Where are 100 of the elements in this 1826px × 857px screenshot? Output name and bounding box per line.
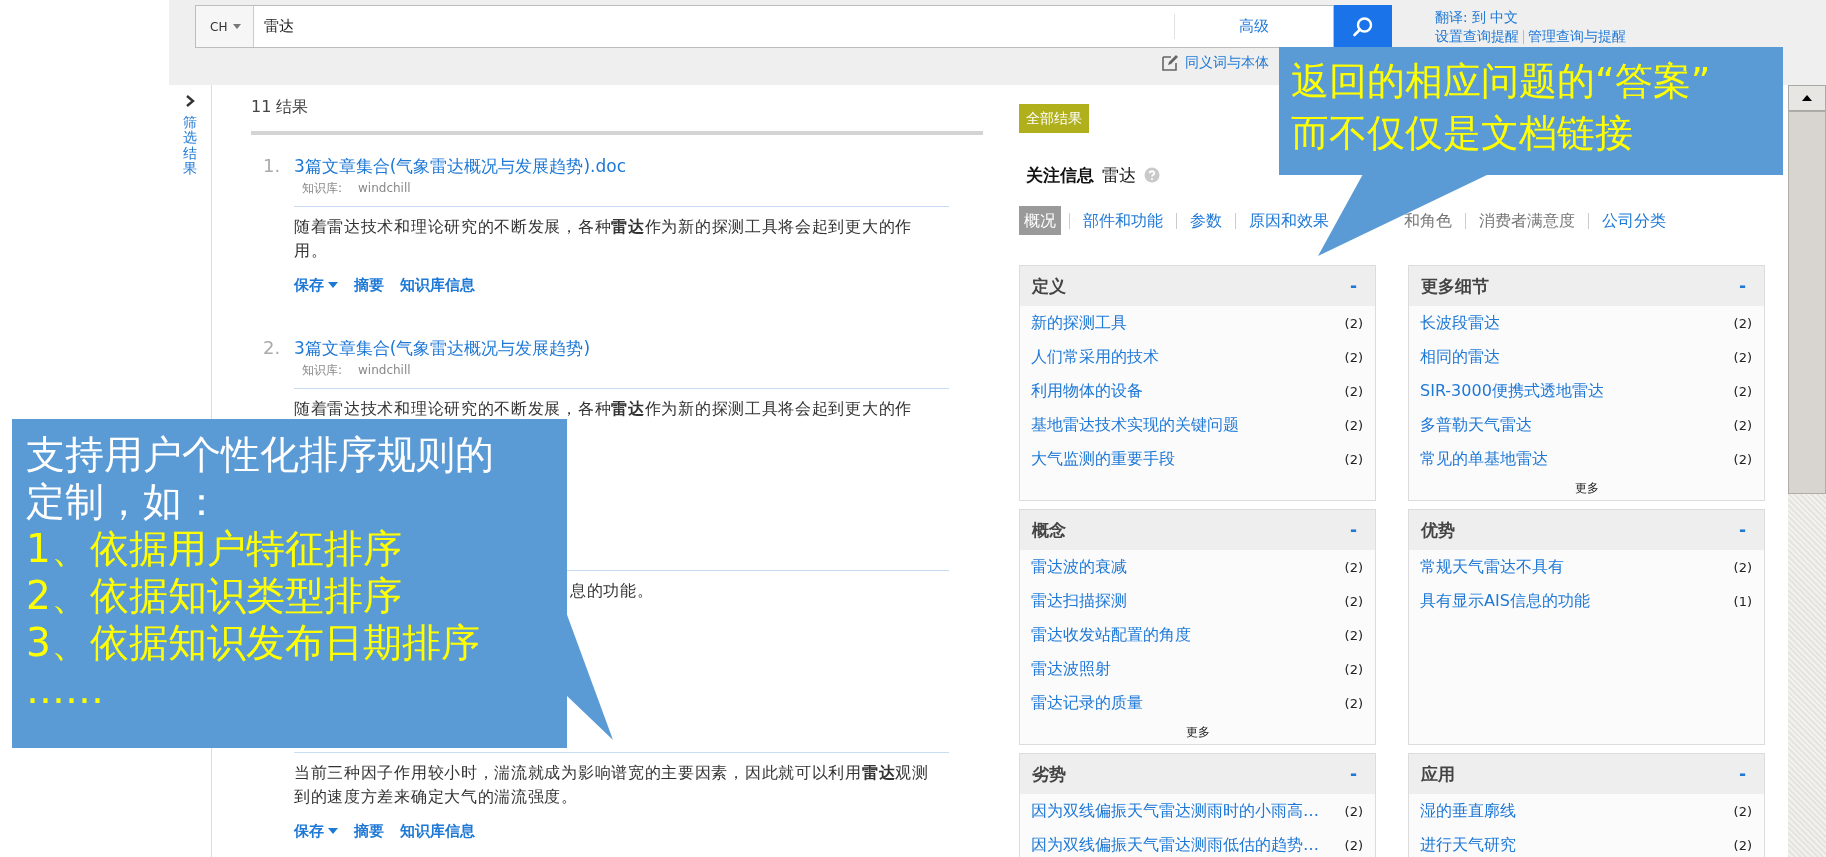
search-field[interactable]: 雷达 (254, 6, 1174, 47)
facet-count: (2) (1733, 383, 1752, 399)
facet-link[interactable]: 多普勒天气雷达 (1420, 414, 1532, 436)
facet-count: (2) (1344, 593, 1363, 609)
facet-count: (2) (1344, 559, 1363, 575)
facet-link[interactable]: 因为双线偏振天气雷达测雨时的小雨高… (1031, 800, 1319, 822)
caret-down-icon (328, 828, 338, 834)
facet-title: 概念 (1032, 518, 1066, 542)
facet-link[interactable]: 大气监测的重要手段 (1031, 448, 1175, 470)
facet-link[interactable]: 常规天气雷达不具有 (1420, 556, 1564, 578)
result-action-link[interactable]: 摘要 (354, 275, 384, 295)
category-tab[interactable]: 原因和效果 (1244, 206, 1334, 235)
result-number: 2. (263, 337, 281, 358)
result-action-link[interactable]: 知识库信息 (400, 821, 475, 841)
category-tab[interactable]: 概况 (1019, 206, 1061, 235)
facet-link[interactable]: 长波段雷达 (1420, 312, 1500, 334)
collapse-button[interactable]: - (1738, 520, 1746, 540)
collapse-button[interactable]: - (1349, 764, 1357, 784)
facet-count: (2) (1344, 837, 1363, 853)
result-snippet: 随着雷达技术和理论研究的不断发展，各种雷达作为新的探测工具将会起到更大的作 (294, 398, 913, 420)
facet-link[interactable]: 基地雷达技术实现的关键问题 (1031, 414, 1239, 436)
facet-link[interactable]: 雷达收发站配置的角度 (1031, 624, 1191, 646)
facet-count: (2) (1344, 315, 1363, 331)
search-icon (1352, 15, 1374, 38)
result-action-link[interactable]: 摘要 (354, 821, 384, 841)
facet-title: 优势 (1421, 518, 1455, 542)
alert-link[interactable]: 设置查询提醒 (1435, 27, 1519, 46)
facet-count: (2) (1733, 315, 1752, 331)
facet-link[interactable]: 具有显示AIS信息的功能 (1420, 590, 1590, 612)
facet-link[interactable]: 湿的垂直廓线 (1420, 800, 1516, 822)
collapse-button[interactable]: - (1738, 764, 1746, 784)
facet-title: 劣势 (1032, 762, 1066, 786)
category-tab[interactable]: 部件和功能 (1078, 206, 1168, 235)
facet-title: 应用 (1421, 762, 1455, 786)
scroll-up-button[interactable] (1788, 85, 1826, 111)
source-label: 知识库: (302, 362, 343, 379)
source-label: 知识库: (302, 180, 343, 197)
scrollbar-thumb[interactable] (1788, 111, 1826, 494)
collapse-button[interactable]: - (1738, 276, 1746, 296)
callout-text: 3、依据知识发布日期排序 (26, 619, 480, 666)
facet-link[interactable]: 新的探测工具 (1031, 312, 1127, 334)
facet-title: 定义 (1032, 274, 1066, 298)
facet-count: (2) (1733, 837, 1752, 853)
caret-down-icon (233, 24, 242, 29)
more-link[interactable]: 更多 (1185, 723, 1210, 744)
facet-title: 更多细节 (1421, 274, 1489, 298)
synonyms-link[interactable]: 同义词与本体 (1185, 54, 1269, 72)
facet-link[interactable]: 雷达记录的质量 (1031, 692, 1143, 714)
facet-link[interactable]: 雷达波的衰减 (1031, 556, 1127, 578)
facet-count: (2) (1344, 627, 1363, 643)
callout-text: 1、依据用户特征排序 (26, 525, 402, 572)
caret-down-icon (328, 282, 338, 288)
facet-count: (2) (1344, 383, 1363, 399)
facet-count: (2) (1733, 451, 1752, 467)
facet-link[interactable]: 雷达波照射 (1031, 658, 1111, 680)
facet-count: (2) (1344, 661, 1363, 677)
callout-text: 返回的相应问题的“答案” (1291, 58, 1711, 105)
search-button[interactable] (1334, 5, 1392, 48)
category-tab[interactable]: 参数 (1185, 206, 1227, 235)
facet-link[interactable]: 相同的雷达 (1420, 346, 1500, 368)
facet-count: (2) (1344, 695, 1363, 711)
facet-link[interactable]: 因为双线偏振天气雷达测雨低估的趋势… (1031, 834, 1319, 856)
all-results-tag[interactable]: 全部结果 (1019, 104, 1089, 133)
collapse-button[interactable]: - (1349, 276, 1357, 296)
filter-results-tab[interactable]: 筛选结果 (183, 115, 197, 177)
facet-count: (2) (1344, 803, 1363, 819)
result-title-link[interactable]: 3篇文章集合(气象雷达概况与发展趋势) (294, 338, 591, 358)
result-snippet: 息的功能。 (570, 580, 655, 602)
chevron-right-icon[interactable] (185, 95, 195, 107)
edit-icon (1161, 54, 1179, 72)
save-dropdown[interactable]: 保存 (294, 821, 338, 841)
callout-text: 定制，如： (26, 478, 221, 525)
facet-count: (1) (1733, 593, 1752, 609)
facet-link[interactable]: 雷达扫描探测 (1031, 590, 1127, 612)
facet-link[interactable]: SIR-3000便携式透地雷达 (1420, 380, 1604, 402)
more-link[interactable]: 更多 (1574, 479, 1599, 500)
facet-link[interactable]: 常见的单基地雷达 (1420, 448, 1548, 470)
category-tab[interactable]: 公司分类 (1597, 206, 1671, 235)
facet-link[interactable]: 利用物体的设备 (1031, 380, 1143, 402)
advanced-search-link[interactable]: 高级 (1174, 14, 1333, 39)
translate-link[interactable]: 翻译: 到 中文 (1435, 8, 1626, 27)
facet-link[interactable]: 进行天气研究 (1420, 834, 1516, 856)
alert-link[interactable]: 管理查询与提醒 (1528, 27, 1626, 46)
facet-count: (2) (1344, 451, 1363, 467)
source-value: windchill (358, 180, 411, 197)
save-dropdown[interactable]: 保存 (294, 275, 338, 295)
callout-text: 支持用户个性化排序规则的 (26, 431, 494, 478)
result-action-link[interactable]: 知识库信息 (400, 275, 475, 295)
focus-term: 雷达 (1102, 164, 1136, 187)
language-dropdown[interactable]: CH (196, 6, 254, 47)
facet-link[interactable]: 人们常采用的技术 (1031, 346, 1159, 368)
result-count: 11 结果 (251, 97, 310, 117)
facet-count: (2) (1344, 349, 1363, 365)
callout-text: …… (26, 666, 104, 713)
caret-up-icon (1802, 95, 1812, 101)
result-title-link[interactable]: 3篇文章集合(气象雷达概况与发展趋势).doc (294, 156, 627, 176)
collapse-button[interactable]: - (1349, 520, 1357, 540)
facet-count: (2) (1344, 417, 1363, 433)
search-box[interactable]: CH 雷达 高级 (195, 5, 1334, 48)
result-snippet: 当前三种因子作用较小时，湍流就成为影响谱宽的主要因素，因此就可以利用雷达观测到的速度方差来确定大气的湍流强度。 (294, 762, 930, 808)
